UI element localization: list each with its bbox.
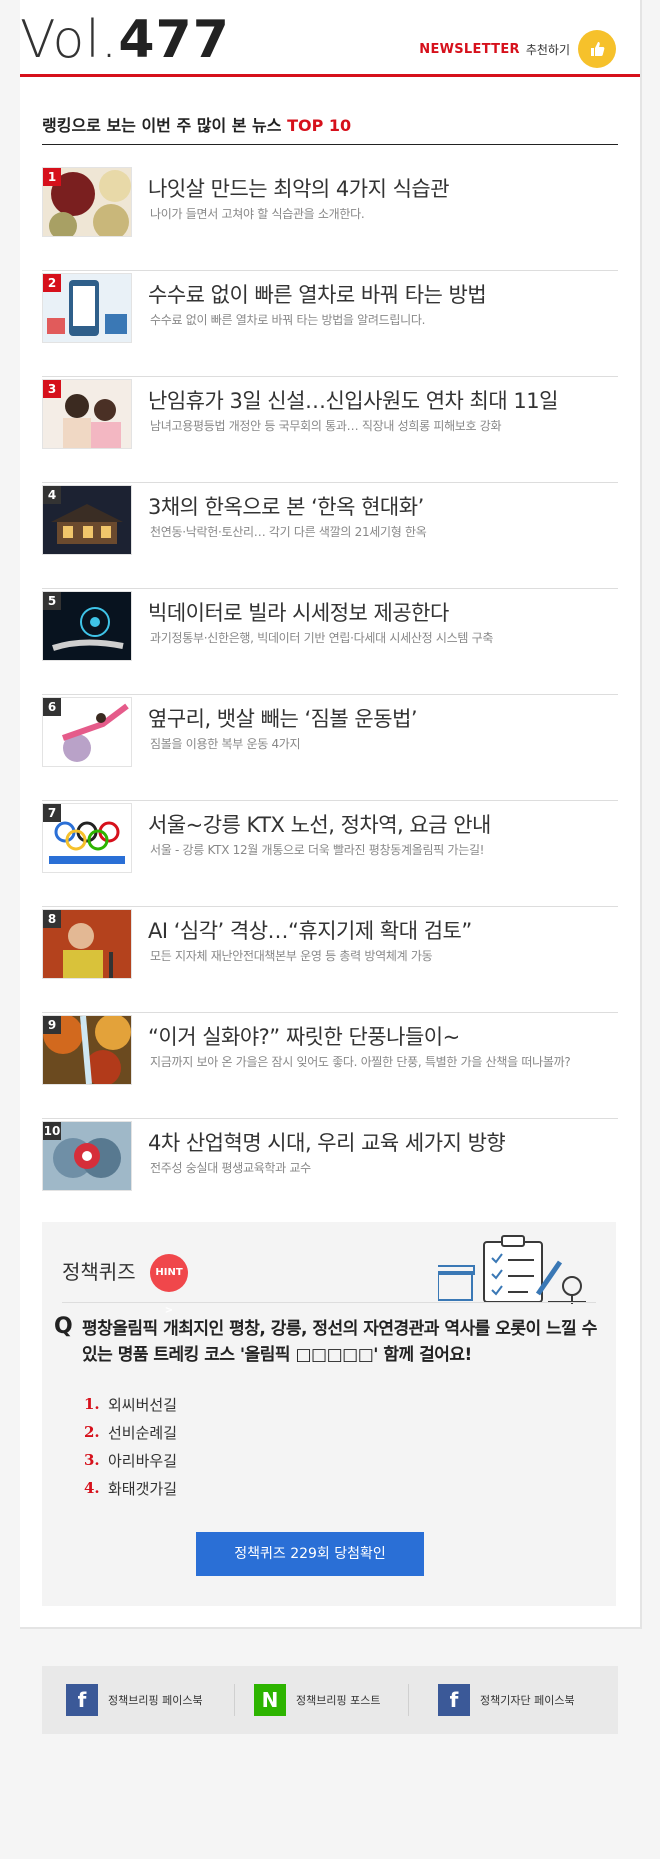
news-thumbnail[interactable]: 2 <box>42 273 132 343</box>
news-title[interactable]: 4차 산업혁명 시대, 우리 교육 세가지 방향 <box>148 1127 506 1157</box>
news-title[interactable]: “이거 실화야?” 짜릿한 단풍나들이~ <box>148 1021 460 1051</box>
news-item-4[interactable]: 4 3채의 한옥으로 본 ‘한옥 현대화’ 천연동·낙락헌·토산리… 각기 다른… <box>42 483 618 589</box>
naver-post-icon: N <box>254 1684 286 1716</box>
news-summary: 전주성 숭실대 평생교육학과 교수 <box>150 1161 311 1175</box>
ranking-heading-text: 랭킹으로 보는 이번 주 많이 본 뉴스 <box>42 116 282 135</box>
vol-number: 477 <box>118 10 230 70</box>
quiz-title: 정책퀴즈 <box>62 1260 136 1284</box>
option-text: 외씨버선길 <box>108 1395 178 1414</box>
news-title[interactable]: AI ‘심각’ 격상…“휴지기제 확대 검토” <box>148 915 472 945</box>
footer-link-briefing-post[interactable]: N 정책브리핑 포스트 <box>254 1666 380 1734</box>
news-thumbnail[interactable]: 6 <box>42 697 132 767</box>
rank-badge: 5 <box>43 592 61 610</box>
rank-badge: 4 <box>43 486 61 504</box>
newsletter-header: Vol.477 NEWSLETTER 추천하기 <box>20 0 640 76</box>
thumbs-up-icon[interactable] <box>578 30 616 68</box>
news-item-10[interactable]: 10 4차 산업혁명 시대, 우리 교육 세가지 방향 전주성 숭실대 평생교육… <box>42 1119 618 1224</box>
news-item-6[interactable]: 6 옆구리, 뱃살 빼는 ‘짐볼 운동법’ 짐볼을 이용한 복부 운동 4가지 <box>42 695 618 801</box>
option-number: 2. <box>84 1423 100 1441</box>
news-item-9[interactable]: 9 “이거 실화야?” 짜릿한 단풍나들이~ 지금까지 보아 온 가을은 잠시 … <box>42 1013 618 1119</box>
news-item-1[interactable]: 1 나잇살 만드는 최악의 4가지 식습관 나이가 들면서 고쳐야 할 식습관을… <box>42 165 618 271</box>
rank-badge: 9 <box>43 1016 61 1034</box>
news-title[interactable]: 서울~강릉 KTX 노선, 정차역, 요금 안내 <box>148 809 491 839</box>
news-thumbnail[interactable]: 7 <box>42 803 132 873</box>
quiz-option-2[interactable]: 2. 선비순례길 <box>84 1418 177 1446</box>
hint-button[interactable]: HINT > <box>150 1254 188 1316</box>
news-summary: 나이가 들면서 고쳐야 할 식습관을 소개한다. <box>150 207 365 221</box>
footer-link-label: 정책브리핑 포스트 <box>296 1694 381 1707</box>
rank-badge: 1 <box>43 168 61 186</box>
quiz-divider <box>62 1302 596 1303</box>
news-summary: 지금까지 보아 온 가을은 잠시 잊어도 좋다. 아찔한 단풍, 특별한 가을 … <box>150 1055 571 1069</box>
news-title[interactable]: 나잇살 만드는 최악의 4가지 식습관 <box>148 173 450 203</box>
news-thumbnail[interactable]: 9 <box>42 1015 132 1085</box>
footer-link-label: 정책브리핑 페이스북 <box>108 1694 203 1707</box>
recommend-label: 추천하기 <box>525 42 570 57</box>
news-item-8[interactable]: 8 AI ‘심각’ 격상…“휴지기제 확대 검토” 모든 지자체 재난안전대책본… <box>42 907 618 1013</box>
rank-badge: 6 <box>43 698 61 716</box>
news-thumbnail[interactable]: 8 <box>42 909 132 979</box>
news-thumbnail[interactable]: 10 <box>42 1121 132 1191</box>
option-text: 선비순례길 <box>108 1423 178 1442</box>
news-summary: 수수료 없이 빠른 열차로 바꿔 타는 방법을 알려드립니다. <box>150 313 426 327</box>
ranking-heading-highlight: TOP 10 <box>287 116 352 135</box>
quiz-option-1[interactable]: 1. 외씨버선길 <box>84 1390 177 1418</box>
news-thumbnail[interactable]: 1 <box>42 167 132 237</box>
option-number: 4. <box>84 1479 100 1497</box>
news-item-2[interactable]: 2 수수료 없이 빠른 열차로 바꿔 타는 방법 수수료 없이 빠른 열차로 바… <box>42 271 618 377</box>
rank-badge: 3 <box>43 380 61 398</box>
news-summary: 서울 - 강릉 KTX 12월 개통으로 더욱 빨라진 평창동계올림픽 가는길! <box>150 843 485 857</box>
news-summary: 모든 지자체 재난안전대책본부 운영 등 총력 방역체계 가동 <box>150 949 433 963</box>
news-summary: 과기정통부·신한은행, 빅데이터 기반 연립·다세대 시세산정 시스템 구축 <box>150 631 494 645</box>
news-title[interactable]: 빅데이터로 빌라 시세정보 제공한다 <box>148 597 449 627</box>
rank-badge: 8 <box>43 910 61 928</box>
quiz-option-3[interactable]: 3. 아리바우길 <box>84 1446 177 1474</box>
clipboard-icon <box>438 1235 586 1304</box>
news-title[interactable]: 3채의 한옥으로 본 ‘한옥 현대화’ <box>148 491 424 521</box>
policy-quiz: 정책퀴즈 HINT > Q 평창올림픽 개최지인 평창, 강릉, 정선의 자연경… <box>42 1222 616 1606</box>
ranking-list: 1 나잇살 만드는 최악의 4가지 식습관 나이가 들면서 고쳐야 할 식습관을… <box>42 165 618 1224</box>
news-thumbnail[interactable]: 5 <box>42 591 132 661</box>
footer-link-reporters-facebook[interactable]: f 정책기자단 페이스북 <box>438 1666 575 1734</box>
header-divider <box>20 74 640 77</box>
vol-prefix: Vol. <box>20 10 119 70</box>
quiz-option-4[interactable]: 4. 화태갯가길 <box>84 1474 177 1502</box>
news-item-7[interactable]: 7 서울~강릉 KTX 노선, 정차역, 요금 안내 서울 - 강릉 KTX 1… <box>42 801 618 907</box>
quiz-result-button[interactable]: 정책퀴즈 229회 당첨확인 <box>196 1532 424 1576</box>
question-mark: Q <box>54 1314 73 1339</box>
news-summary: 남녀고용평등법 개정안 등 국무회의 통과… 직장내 성희롱 피해보호 강화 <box>150 419 502 433</box>
ranking-heading: 랭킹으로 보는 이번 주 많이 본 뉴스 TOP 10 <box>42 112 351 136</box>
rank-badge: 7 <box>43 804 61 822</box>
footer-link-label: 정책기자단 페이스북 <box>480 1694 575 1707</box>
quiz-question: 평창올림픽 개최지인 평창, 강릉, 정선의 자연경관과 역사를 오롯이 느낄 … <box>82 1319 597 1365</box>
news-item-5[interactable]: 5 빅데이터로 빌라 시세정보 제공한다 과기정통부·신한은행, 빅데이터 기반… <box>42 589 618 695</box>
social-footer: f 정책브리핑 페이스북 N 정책브리핑 포스트 f 정책기자단 페이스북 <box>42 1666 618 1734</box>
news-title[interactable]: 옆구리, 뱃살 빼는 ‘짐볼 운동법’ <box>148 703 418 733</box>
news-summary: 짐볼을 이용한 복부 운동 4가지 <box>150 737 301 751</box>
rank-badge: 2 <box>43 274 61 292</box>
quiz-options: 1. 외씨버선길 2. 선비순례길 3. 아리바우길 4. 화태갯가길 <box>84 1390 177 1502</box>
news-thumbnail[interactable]: 4 <box>42 485 132 555</box>
footer-link-briefing-facebook[interactable]: f 정책브리핑 페이스북 <box>66 1666 203 1734</box>
footer-divider <box>408 1684 409 1716</box>
option-text: 아리바우길 <box>108 1451 178 1470</box>
news-title[interactable]: 수수료 없이 빠른 열차로 바꿔 타는 방법 <box>148 279 487 309</box>
volume-number: Vol.477 <box>20 10 230 70</box>
news-title[interactable]: 난임휴가 3일 신설…신입사원도 연차 최대 11일 <box>148 385 558 415</box>
rank-badge: 10 <box>43 1122 61 1140</box>
news-thumbnail[interactable]: 3 <box>42 379 132 449</box>
facebook-icon: f <box>66 1684 98 1716</box>
footer-divider <box>234 1684 235 1716</box>
ranking-divider <box>42 144 618 145</box>
facebook-icon: f <box>438 1684 470 1716</box>
recommend-newsletter[interactable]: NEWSLETTER 추천하기 <box>419 30 616 68</box>
news-summary: 천연동·낙락헌·토산리… 각기 다른 색깔의 21세기형 한옥 <box>150 525 427 539</box>
option-text: 화태갯가길 <box>108 1479 178 1498</box>
newsletter-label: NEWSLETTER <box>419 41 520 57</box>
option-number: 1. <box>84 1395 100 1413</box>
option-number: 3. <box>84 1451 100 1469</box>
news-item-3[interactable]: 3 난임휴가 3일 신설…신입사원도 연차 최대 11일 남녀고용평등법 개정안… <box>42 377 618 483</box>
